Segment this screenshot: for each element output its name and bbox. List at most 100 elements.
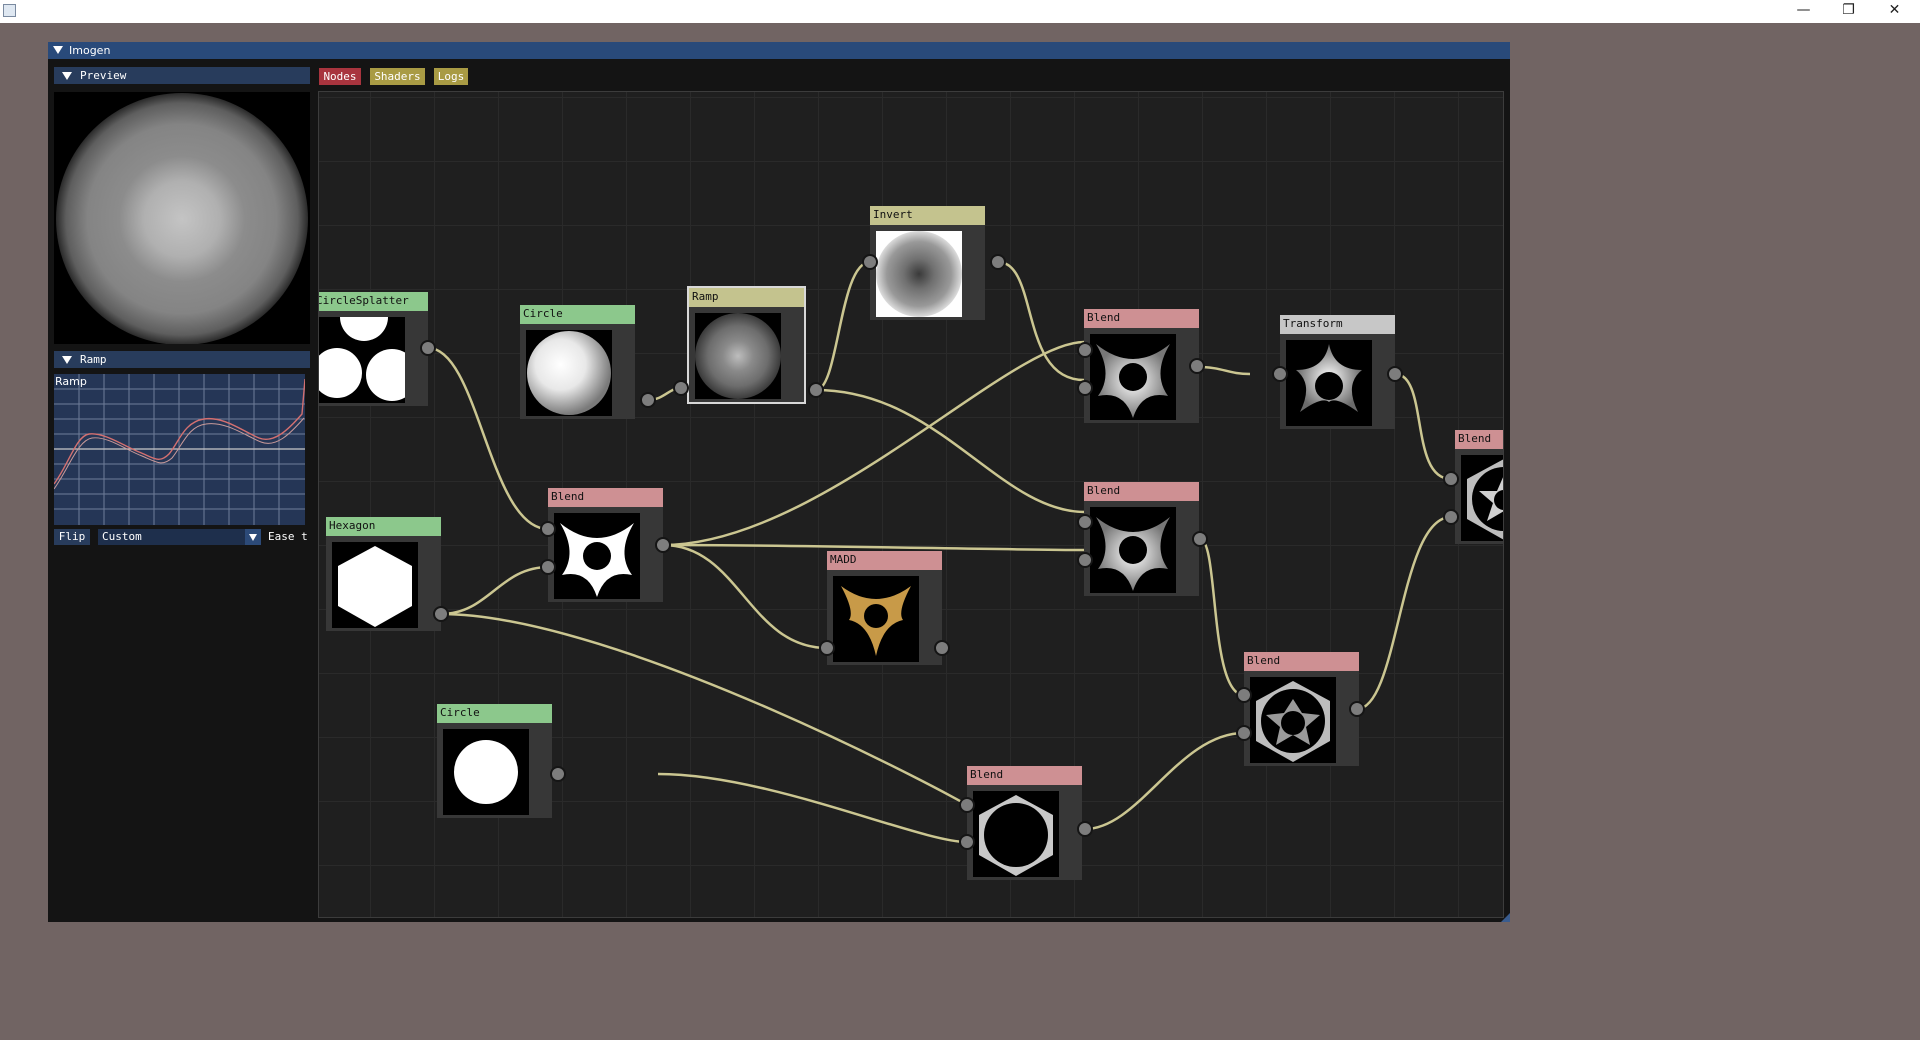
os-title-bar: — ❐ ✕ — [0, 0, 1920, 23]
ramp-curve-editor[interactable]: Ramp — [54, 374, 305, 525]
node-blend[interactable]: Blend — [1084, 309, 1199, 423]
node-circle[interactable]: Circle — [520, 305, 635, 419]
ramp-plot-label: Ramp — [55, 375, 87, 388]
imogen-window: Imogen Preview Ramp Ramp Flip Custom Eas… — [48, 42, 1510, 922]
node-title: Blend — [1244, 652, 1359, 671]
node-circle[interactable]: Circle — [437, 704, 552, 818]
output-pin[interactable] — [1387, 366, 1403, 382]
node-thumbnail — [1090, 334, 1176, 420]
node-thumbnail — [1090, 507, 1176, 593]
node-graph-canvas[interactable]: CircleSplatter Circle Ramp Invert Hexago… — [318, 91, 1504, 918]
input-pin[interactable] — [862, 254, 878, 270]
output-pin[interactable] — [1349, 701, 1365, 717]
link — [662, 543, 1086, 552]
output-pin[interactable] — [808, 382, 824, 398]
input-pin[interactable] — [1443, 471, 1459, 487]
node-blend[interactable]: Blend — [1455, 430, 1503, 544]
tab-nodes[interactable]: Nodes — [319, 68, 361, 85]
ramp-mode-select[interactable]: Custom — [98, 529, 261, 545]
node-blend[interactable]: Blend — [1084, 482, 1199, 596]
link — [1084, 731, 1245, 831]
flip-button[interactable]: Flip — [54, 529, 90, 545]
input-pin[interactable] — [1077, 552, 1093, 568]
node-title: Blend — [548, 488, 663, 507]
node-thumbnail — [332, 542, 418, 628]
input-pin[interactable] — [1236, 687, 1252, 703]
node-thumbnail — [319, 317, 405, 403]
node-thumbnail — [973, 791, 1059, 877]
input-pin[interactable] — [540, 559, 556, 575]
node-title: Blend — [967, 766, 1082, 785]
ramp-mode-value: Custom — [102, 530, 142, 543]
node-title: CircleSplatter — [319, 292, 428, 311]
output-pin[interactable] — [433, 606, 449, 622]
link — [1394, 372, 1452, 481]
output-pin[interactable] — [655, 537, 671, 553]
node-circlesplatter[interactable]: CircleSplatter — [319, 292, 428, 406]
output-pin[interactable] — [1189, 358, 1205, 374]
ease-label: Ease t — [268, 530, 308, 543]
node-ramp[interactable]: Ramp — [687, 286, 806, 404]
window-title-bar[interactable]: Imogen — [48, 42, 1510, 59]
output-pin[interactable] — [550, 766, 566, 782]
input-pin[interactable] — [959, 834, 975, 850]
node-thumbnail — [1286, 340, 1372, 426]
input-pin[interactable] — [1272, 366, 1288, 382]
output-pin[interactable] — [1192, 531, 1208, 547]
ramp-title: Ramp — [80, 353, 107, 366]
link — [815, 260, 871, 392]
collapse-arrow-icon[interactable] — [62, 356, 72, 364]
link — [1199, 537, 1245, 697]
tab-shaders[interactable]: Shaders — [370, 68, 425, 85]
window-title: Imogen — [69, 44, 111, 57]
node-title: Circle — [520, 305, 635, 324]
preview-title: Preview — [80, 69, 127, 82]
collapse-arrow-icon[interactable] — [62, 72, 72, 80]
app-icon — [3, 4, 16, 17]
input-pin[interactable] — [1236, 725, 1252, 741]
node-blend[interactable]: Blend — [1244, 652, 1359, 766]
collapse-arrow-icon[interactable] — [53, 46, 63, 54]
output-pin[interactable] — [420, 340, 436, 356]
ramp-header[interactable]: Ramp — [54, 351, 310, 368]
dropdown-arrow-icon[interactable] — [245, 529, 261, 545]
node-thumbnail — [526, 330, 612, 416]
node-title: MADD — [827, 551, 942, 570]
link — [440, 565, 550, 616]
node-thumbnail — [554, 513, 640, 599]
output-pin[interactable] — [1077, 821, 1093, 837]
output-pin[interactable] — [990, 254, 1006, 270]
resize-grip[interactable] — [1501, 913, 1510, 922]
node-blend[interactable]: Blend — [967, 766, 1082, 880]
minimize-button[interactable]: — — [1781, 0, 1826, 23]
node-title: Ramp — [689, 288, 804, 307]
link — [1356, 515, 1452, 711]
input-pin[interactable] — [819, 640, 835, 656]
input-pin[interactable] — [1077, 380, 1093, 396]
preview-header[interactable]: Preview — [54, 67, 310, 84]
input-pin[interactable] — [959, 797, 975, 813]
close-button[interactable]: ✕ — [1872, 0, 1917, 23]
link — [657, 772, 968, 844]
input-pin[interactable] — [540, 521, 556, 537]
node-title: Circle — [437, 704, 552, 723]
restore-button[interactable]: ❐ — [1826, 0, 1871, 23]
node-thumbnail — [1250, 677, 1336, 763]
node-transform[interactable]: Transform — [1280, 315, 1395, 429]
node-thumbnail — [443, 729, 529, 815]
node-madd[interactable]: MADD — [827, 551, 942, 665]
input-pin[interactable] — [1077, 342, 1093, 358]
node-title: Transform — [1280, 315, 1395, 334]
node-title: Blend — [1455, 430, 1503, 449]
node-title: Blend — [1084, 309, 1199, 328]
tab-logs[interactable]: Logs — [434, 68, 468, 85]
node-blend[interactable]: Blend — [548, 488, 663, 602]
node-invert[interactable]: Invert — [870, 206, 985, 320]
input-pin[interactable] — [673, 380, 689, 396]
output-pin[interactable] — [640, 392, 656, 408]
input-pin[interactable] — [1077, 514, 1093, 530]
preview-image — [54, 92, 310, 344]
output-pin[interactable] — [934, 640, 950, 656]
node-hexagon[interactable]: Hexagon — [326, 517, 441, 631]
input-pin[interactable] — [1443, 509, 1459, 525]
